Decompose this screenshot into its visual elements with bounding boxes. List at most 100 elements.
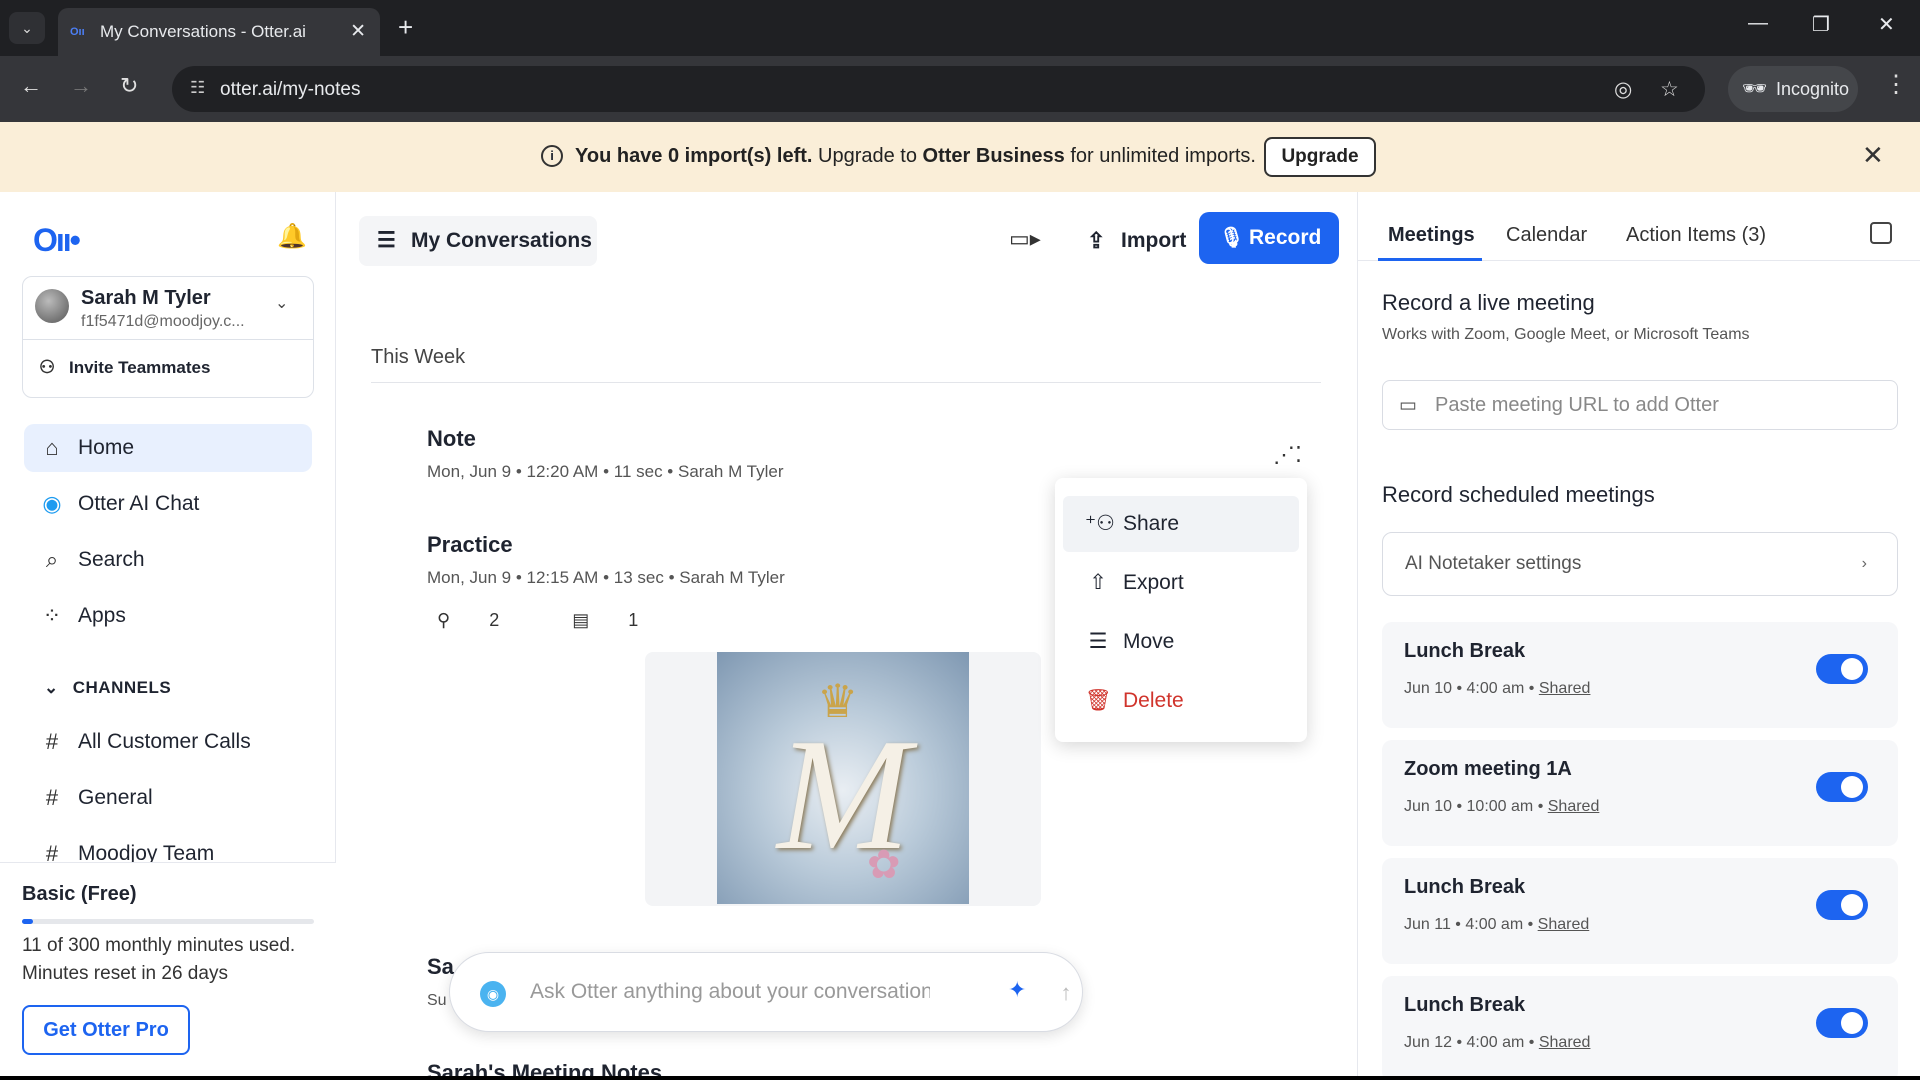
notifications-bell-icon[interactable]: 🔔 <box>277 222 307 251</box>
sidebar-item-otter-ai-chat[interactable]: ◉ Otter AI Chat <box>24 480 312 528</box>
conversation-owner: Sarah M Tyler <box>677 462 784 481</box>
sidebar-item-apps[interactable]: ⁘ Apps <box>24 592 312 640</box>
meeting-card[interactable]: Lunch Break Jun 11 • 4:00 am • Shared <box>1382 858 1898 964</box>
plan-box: Basic (Free) 11 of 300 monthly minutes u… <box>0 862 336 1076</box>
conversation-title[interactable]: Sa <box>427 954 454 980</box>
video-camera-icon[interactable]: ▭▸ <box>1009 226 1041 252</box>
record-button[interactable]: 🎙 Record <box>1199 212 1339 264</box>
my-conversations-header[interactable]: ☰ My Conversations <box>359 216 597 266</box>
meeting-record-toggle[interactable] <box>1816 1008 1868 1038</box>
window-close-icon[interactable]: ✕ <box>1878 12 1895 37</box>
ask-otter-input[interactable] <box>530 971 930 1013</box>
back-icon[interactable]: ← <box>20 73 42 99</box>
menu-item-export[interactable]: ⇧ Export <box>1063 555 1299 611</box>
channel-all-customer-calls[interactable]: # All Customer Calls <box>24 718 312 766</box>
conversation-title[interactable]: Practice <box>427 532 513 558</box>
export-icon: ⇧ <box>1089 571 1107 594</box>
meeting-record-toggle[interactable] <box>1816 654 1868 684</box>
channels-header-label: CHANNELS <box>72 678 172 697</box>
flower-graphic: ✿ <box>867 843 901 887</box>
tab-action-items[interactable]: Action Items (3) <box>1626 224 1766 247</box>
conversation-title[interactable]: Note <box>427 426 476 452</box>
channels-header[interactable]: ⌄ CHANNELS <box>44 678 171 698</box>
meeting-shared-link[interactable]: Shared <box>1538 916 1590 933</box>
conversation-title[interactable]: Sarah's Meeting Notes <box>427 1060 662 1076</box>
meeting-record-toggle[interactable] <box>1816 890 1868 920</box>
meeting-card[interactable]: Zoom meeting 1A Jun 10 • 10:00 am • Shar… <box>1382 740 1898 846</box>
week-header: This Week <box>371 346 466 368</box>
meeting-shared-link[interactable]: Shared <box>1539 1034 1591 1051</box>
browser-menu-icon[interactable]: ⋮ <box>1884 70 1908 99</box>
bookmark-star-icon[interactable]: ☆ <box>1660 77 1679 102</box>
filter-lines-icon: ☰ <box>377 229 396 252</box>
menu-item-label: Move <box>1123 630 1175 653</box>
conversation-time: 12:15 AM <box>526 568 599 587</box>
get-otter-pro-button[interactable]: Get Otter Pro <box>22 1005 190 1055</box>
toggle-knob <box>1841 894 1863 916</box>
divider <box>371 382 1321 383</box>
meeting-title: Lunch Break <box>1404 640 1526 662</box>
minimize-icon[interactable]: — <box>1748 12 1768 35</box>
collapse-panel-icon[interactable] <box>1870 222 1892 244</box>
tab-calendar[interactable]: Calendar <box>1506 224 1587 247</box>
sidebar-item-label: Otter AI Chat <box>78 492 200 515</box>
meeting-url-input[interactable] <box>1435 389 1875 421</box>
url-text[interactable]: otter.ai/my-notes <box>220 79 360 101</box>
plan-name: Basic (Free) <box>22 883 137 905</box>
menu-item-label: Delete <box>1123 689 1184 712</box>
chevron-down-icon: ⌄ <box>44 678 59 697</box>
site-settings-icon[interactable]: ☷ <box>190 78 205 98</box>
eye-off-icon[interactable]: ◎ <box>1614 77 1632 102</box>
reload-icon[interactable]: ↻ <box>120 73 138 99</box>
ai-notetaker-settings-button[interactable]: AI Notetaker settings › <box>1382 532 1898 596</box>
info-icon: i <box>541 145 563 167</box>
live-meeting-subtitle: Works with Zoom, Google Meet, or Microso… <box>1382 326 1750 343</box>
incognito-badge[interactable]: 🕶 Incognito <box>1728 66 1858 112</box>
meeting-card[interactable]: Lunch Break Jun 12 • 4:00 am • Shared <box>1382 976 1898 1076</box>
address-bar[interactable]: ☷ otter.ai/my-notes ◎ ☆ <box>172 66 1705 112</box>
menu-item-move[interactable]: ☰ Move <box>1063 614 1299 670</box>
hashtag-icon: # <box>45 729 59 754</box>
conversation-image-container[interactable]: ♛ M ✿ <box>645 652 1041 906</box>
import-label: Import <box>1121 229 1187 252</box>
forward-icon[interactable]: → <box>70 73 92 99</box>
user-email: f1f5471d@moodjoy.c... <box>81 313 245 330</box>
tab-search-button[interactable]: ⌄ <box>9 12 45 44</box>
menu-item-share[interactable]: ⁺⚇ Share <box>1063 496 1299 552</box>
otter-favicon-icon: Oıı <box>70 26 85 38</box>
meeting-shared-link[interactable]: Shared <box>1539 680 1591 697</box>
send-arrow-icon[interactable]: ↑ <box>1046 973 1086 1013</box>
channel-general[interactable]: # General <box>24 774 312 822</box>
banner-end-text: for unlimited imports. <box>1064 145 1256 167</box>
menu-item-label: Export <box>1123 571 1184 594</box>
banner-close-icon[interactable]: ✕ <box>1862 140 1884 171</box>
invite-teammates-button[interactable]: ⚇ Invite Teammates <box>39 357 210 378</box>
otter-logo[interactable]: Oıı• <box>33 222 81 259</box>
meeting-record-toggle[interactable] <box>1816 772 1868 802</box>
sparkle-icon[interactable]: ✦ <box>1008 977 1026 1003</box>
browser-tab[interactable]: Oıı My Conversations - Otter.ai ✕ <box>58 8 380 56</box>
import-button[interactable]: ⇪ Import <box>1077 216 1195 266</box>
sidebar-item-home[interactable]: ⌂ Home <box>24 424 312 472</box>
app-shell: ⌄ Oıı My Conversations - Otter.ai ✕ + — … <box>0 0 1920 1076</box>
divider <box>23 339 313 340</box>
more-options-icon[interactable]: ⋰⁚ <box>1273 442 1302 468</box>
tab-close-icon[interactable]: ✕ <box>350 20 366 43</box>
meeting-meta: Jun 11 • 4:00 am • Shared <box>1404 916 1590 933</box>
restore-icon[interactable]: ❐ <box>1812 12 1830 37</box>
new-tab-icon[interactable]: + <box>398 12 413 42</box>
chevron-down-icon[interactable]: ⌄ <box>275 293 288 313</box>
trash-icon: 🗑 <box>1085 689 1112 712</box>
upgrade-button[interactable]: Upgrade <box>1264 137 1376 177</box>
menu-item-delete[interactable]: 🗑 Delete <box>1063 673 1299 729</box>
conversation-meta: Mon, Jun 9 • 12:15 AM • 13 sec • Sarah M… <box>427 568 785 587</box>
incognito-label: Incognito <box>1776 79 1850 99</box>
sidebar-item-search[interactable]: ⌕ Search <box>24 536 312 584</box>
meeting-shared-link[interactable]: Shared <box>1548 798 1600 815</box>
conversation-image: ♛ M ✿ <box>717 652 969 904</box>
conversation-date: Mon, Jun 9 <box>427 462 512 481</box>
meeting-card[interactable]: Lunch Break Jun 10 • 4:00 am • Shared <box>1382 622 1898 728</box>
tab-meetings[interactable]: Meetings <box>1388 224 1475 247</box>
user-card[interactable]: Sarah M Tyler f1f5471d@moodjoy.c... ⌄ ⚇ I… <box>22 276 314 398</box>
meeting-url-field[interactable]: ▭ <box>1382 380 1898 430</box>
